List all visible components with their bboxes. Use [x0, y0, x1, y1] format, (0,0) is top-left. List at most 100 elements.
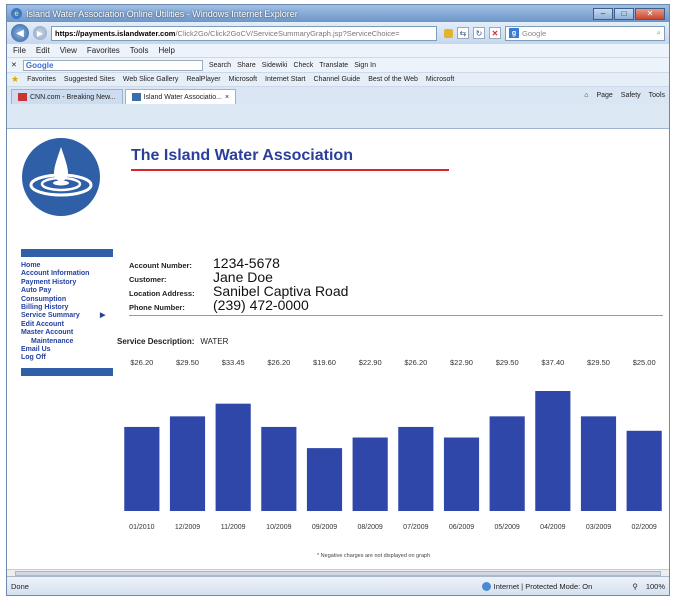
sidebar-item-payment-history[interactable]: Payment History [21, 279, 113, 287]
sidebar-item-log-off[interactable]: Log Off [21, 354, 113, 362]
menu-bar: File Edit View Favorites Tools Help [7, 44, 669, 57]
close-toolbar-icon[interactable]: ✕ [11, 61, 17, 69]
safety-menu[interactable]: Safety [621, 92, 641, 99]
sidebar-item-master-account[interactable]: Master Account [21, 329, 113, 337]
url-path: /Click2Go/Click2GoCV/ServiceSummaryGraph… [175, 28, 400, 38]
menu-tools[interactable]: Tools [130, 46, 149, 55]
search-input[interactable]: g Google ⌕ [505, 25, 665, 41]
zoom-level[interactable]: 100% [646, 582, 665, 591]
x-tick-label: 07/2009 [403, 524, 428, 531]
fav-channel-guide[interactable]: Channel Guide [314, 76, 361, 83]
current-page-arrow-icon: ▶ [100, 312, 106, 320]
bar-value-label: $25.00 [633, 358, 656, 367]
sidebar-item-auto-pay[interactable]: Auto Pay [21, 287, 113, 295]
water-drop-logo [21, 137, 101, 217]
status-bar: Done Internet | Protected Mode: On ⚲ 100… [7, 576, 669, 595]
x-tick-label: 06/2009 [449, 524, 474, 531]
sidebar-item-edit-account[interactable]: Edit Account [21, 321, 113, 329]
minimize-button[interactable]: – [593, 7, 613, 20]
google-translate-button[interactable]: Translate [319, 62, 348, 69]
sidebar-item-maintenance[interactable]: Maintenance [21, 338, 113, 346]
sidebar-nav: Home Account Information Payment History… [21, 249, 113, 376]
chart-bar [352, 437, 388, 511]
tab-island-water[interactable]: Island Water Associatio... × [124, 89, 237, 104]
menu-help[interactable]: Help [158, 46, 174, 55]
favorites-label[interactable]: Favorites [27, 76, 56, 83]
sidebar-item-consumption[interactable]: Consumption [21, 296, 113, 304]
refresh-icon[interactable]: ↻ [473, 27, 485, 39]
fav-web-slice-gallery[interactable]: Web Slice Gallery [123, 76, 179, 83]
bar-value-label: $26.20 [404, 358, 427, 367]
account-divider [129, 315, 663, 316]
bar-value-label: $29.50 [176, 358, 199, 367]
fav-internet-start[interactable]: Internet Start [265, 76, 305, 83]
fav-suggested-sites[interactable]: Suggested Sites [64, 76, 115, 83]
menu-file[interactable]: File [13, 46, 26, 55]
sidebar-item-billing-history[interactable]: Billing History [21, 304, 113, 312]
tools-menu[interactable]: Tools [649, 92, 665, 99]
fav-best-of-web[interactable]: Best of the Web [368, 76, 418, 83]
sidebar-item-email-us[interactable]: Email Us [21, 346, 113, 354]
sidebar-item-home[interactable]: Home [21, 262, 113, 270]
favorites-star-icon[interactable]: ★ [11, 74, 19, 85]
x-tick-label: 04/2009 [540, 524, 565, 531]
service-description: Service Description: WATER [117, 337, 228, 346]
fav-microsoft-2[interactable]: Microsoft [426, 76, 454, 83]
sidebar-item-service-summary[interactable]: Service Summary ▶ [21, 312, 113, 320]
sidebar-item-account-information[interactable]: Account Information [21, 270, 113, 278]
window-title: Island Water Association Online Utilitie… [26, 8, 298, 19]
google-search-button[interactable]: Search [209, 62, 231, 69]
google-signin-button[interactable]: Sign In [354, 62, 376, 69]
page-menu[interactable]: Page [596, 92, 612, 99]
security-zone[interactable]: Internet | Protected Mode: On [481, 581, 593, 591]
phone-number-label: Phone Number: [129, 303, 185, 312]
zoom-icon[interactable]: ⚲ [632, 582, 638, 591]
sidebar-bottom-bar [21, 367, 113, 376]
search-magnifier-icon[interactable]: ⌕ [657, 28, 661, 38]
ie-favicon-icon [131, 93, 141, 101]
bar-value-label: $19.60 [313, 358, 336, 367]
google-toolbar-logo: Google [25, 60, 54, 70]
close-button[interactable]: ✕ [635, 7, 665, 20]
chart-footnote: * Negative charges are not displayed on … [317, 553, 431, 559]
title-divider [131, 169, 449, 171]
back-button[interactable]: ◀ [11, 24, 29, 42]
x-tick-label: 10/2009 [266, 524, 291, 531]
chart-bar [169, 416, 206, 511]
status-text: Done [11, 581, 29, 591]
chart-bar [489, 416, 525, 511]
forward-button[interactable]: ▶ [33, 26, 47, 40]
lock-icon[interactable] [444, 28, 453, 38]
bar-value-label: $26.20 [130, 358, 153, 367]
address-bar[interactable]: https:// payments.islandwater.com /Click… [51, 25, 437, 41]
maximize-button[interactable]: □ [614, 7, 634, 20]
home-icon[interactable]: ⌂ [584, 92, 588, 99]
google-check-button[interactable]: Check [293, 62, 313, 69]
x-tick-label: 12/2009 [175, 524, 200, 531]
service-description-label: Service Description: [117, 337, 195, 346]
phone-number-value: (239) 472-0000 [213, 297, 309, 313]
x-tick-label: 03/2009 [586, 524, 611, 531]
menu-view[interactable]: View [60, 46, 77, 55]
x-tick-label: 05/2009 [495, 524, 520, 531]
tab-cnn-label: CNN.com - Breaking New... [30, 93, 116, 101]
fav-microsoft[interactable]: Microsoft [229, 76, 257, 83]
chart-bar [215, 403, 251, 511]
tab-close-icon[interactable]: × [225, 94, 229, 101]
stop-icon[interactable]: ✕ [489, 27, 501, 39]
browser-window: e Island Water Association Online Utilit… [6, 4, 670, 596]
menu-edit[interactable]: Edit [36, 46, 50, 55]
fav-realplayer[interactable]: RealPlayer [186, 76, 220, 83]
google-search-input[interactable]: Google [22, 59, 203, 71]
account-details: Account Number: 1234-5678 Customer: Jane… [129, 255, 348, 313]
google-icon: g [509, 28, 519, 38]
security-zone-label: Internet | Protected Mode: On [493, 581, 593, 591]
tab-cnn[interactable]: CNN.com - Breaking New... [11, 89, 123, 104]
menu-favorites[interactable]: Favorites [87, 46, 120, 55]
google-share-button[interactable]: Share [237, 62, 256, 69]
sidebar-item-service-summary-label: Service Summary [21, 312, 80, 320]
google-sidewiki-button[interactable]: Sidewiki [262, 62, 288, 69]
service-description-value: WATER [200, 337, 229, 346]
compatibility-icon[interactable]: ⇆ [457, 27, 469, 39]
x-tick-label: 11/2009 [221, 524, 246, 531]
